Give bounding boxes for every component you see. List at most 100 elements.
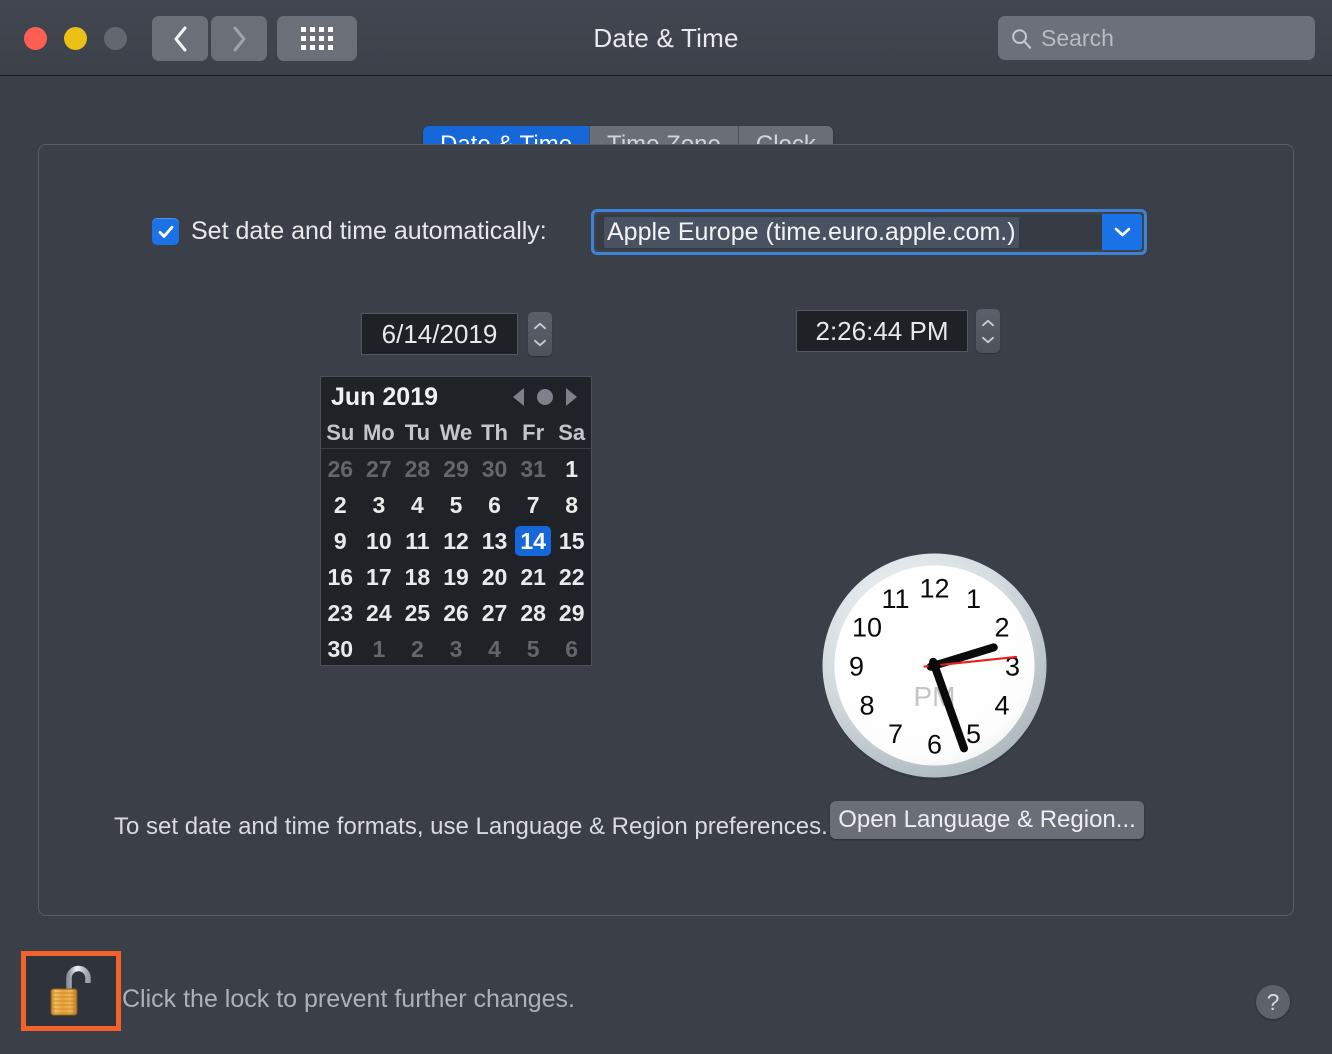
calendar-day-cell[interactable]: 27 — [360, 451, 399, 487]
window-toolbar: Date & Time Search — [0, 0, 1332, 76]
calendar-nav — [513, 388, 583, 406]
calendar-day-label: 9 — [323, 526, 357, 556]
calendar-day-cell[interactable]: 7 — [514, 487, 553, 523]
calendar-day-label: 30 — [322, 634, 358, 664]
circle-today-icon[interactable] — [537, 389, 553, 405]
clock-numeral-11: 11 — [881, 584, 909, 614]
calendar-day-cell[interactable]: 26 — [321, 451, 360, 487]
calendar-day-cell[interactable]: 4 — [475, 631, 514, 667]
calendar-day-cell[interactable]: 28 — [398, 451, 437, 487]
calendar-day-cell[interactable]: 24 — [360, 595, 399, 631]
calendar-day-label: 2 — [323, 490, 357, 520]
calendar-day-cell[interactable]: 23 — [321, 595, 360, 631]
calendar-weekday-tu: Tu — [398, 420, 437, 446]
triangle-left-icon[interactable] — [513, 388, 524, 406]
calendar-day-cell[interactable]: 26 — [437, 595, 476, 631]
calendar-day-cell[interactable]: 2 — [398, 631, 437, 667]
calendar-day-cell[interactable]: 30 — [321, 631, 360, 667]
chevron-down-icon[interactable] — [533, 339, 547, 347]
help-button[interactable]: ? — [1256, 985, 1290, 1019]
calendar-day-cell[interactable]: 13 — [475, 523, 514, 559]
calendar-day-label: 29 — [438, 454, 474, 484]
calendar-day-cell[interactable]: 5 — [514, 631, 553, 667]
calendar-day-label: 29 — [554, 598, 590, 628]
time-server-value: Apple Europe (time.euro.apple.com.) — [604, 217, 1019, 248]
date-time-panel: Set date and time automatically: Apple E… — [38, 144, 1294, 916]
calendar-day-cell[interactable]: 11 — [398, 523, 437, 559]
calendar-day-cell[interactable]: 22 — [552, 559, 591, 595]
time-server-select[interactable]: Apple Europe (time.euro.apple.com.) — [591, 209, 1147, 255]
calendar-day-cell[interactable]: 5 — [437, 487, 476, 523]
chevron-up-icon[interactable] — [533, 322, 547, 330]
calendar-day-label: 4 — [478, 634, 512, 664]
chevron-down-icon[interactable] — [981, 336, 995, 344]
calendar-weekday-header: SuMoTuWeThFrSa — [321, 417, 591, 449]
calendar-day-cell[interactable]: 29 — [437, 451, 476, 487]
chevron-up-icon[interactable] — [981, 319, 995, 327]
triangle-right-icon[interactable] — [566, 388, 577, 406]
clock-numeral-4: 4 — [994, 691, 1009, 721]
calendar-day-cell[interactable]: 4 — [398, 487, 437, 523]
date-stepper[interactable] — [528, 312, 552, 356]
window-title-text: Date & Time — [593, 23, 738, 54]
date-picker-calendar[interactable]: Jun 2019 SuMoTuWeThFrSa 2627282930311234… — [320, 376, 592, 666]
time-stepper[interactable] — [976, 309, 1000, 353]
calendar-day-label: 2 — [400, 634, 434, 664]
calendar-day-cell[interactable]: 12 — [437, 523, 476, 559]
calendar-day-cell[interactable]: 30 — [475, 451, 514, 487]
unlocked-padlock-icon — [48, 963, 94, 1019]
calendar-day-cell[interactable]: 18 — [398, 559, 437, 595]
preferences-lock-button[interactable] — [21, 951, 121, 1031]
set-automatically-label: Set date and time automatically: — [191, 217, 547, 246]
calendar-day-cell[interactable]: 6 — [552, 631, 591, 667]
calendar-day-cell[interactable]: 17 — [360, 559, 399, 595]
calendar-day-label: 14 — [515, 526, 551, 556]
open-language-region-button[interactable]: Open Language & Region... — [830, 801, 1144, 839]
calendar-day-cell[interactable]: 10 — [360, 523, 399, 559]
calendar-day-grid: 2627282930311234567891011121314151617181… — [321, 449, 591, 667]
calendar-day-label: 5 — [439, 490, 473, 520]
calendar-day-label: 11 — [400, 526, 434, 556]
format-note-text: To set date and time formats, use Langua… — [114, 813, 828, 841]
clock-numeral-5: 5 — [966, 719, 981, 749]
set-automatically-checkbox[interactable] — [152, 218, 179, 245]
calendar-day-cell[interactable]: 3 — [437, 631, 476, 667]
calendar-day-cell[interactable]: 1 — [360, 631, 399, 667]
calendar-day-cell[interactable]: 25 — [398, 595, 437, 631]
calendar-day-cell[interactable]: 15 — [552, 523, 591, 559]
calendar-weekday-fr: Fr — [514, 420, 553, 446]
calendar-day-cell[interactable]: 19 — [437, 559, 476, 595]
search-input[interactable]: Search — [998, 16, 1315, 60]
clock-numeral-6: 6 — [927, 730, 942, 760]
calendar-day-cell[interactable]: 16 — [321, 559, 360, 595]
calendar-day-cell[interactable]: 1 — [552, 451, 591, 487]
clock-numeral-8: 8 — [859, 691, 874, 721]
calendar-day-cell[interactable]: 8 — [552, 487, 591, 523]
calendar-day-cell[interactable]: 20 — [475, 559, 514, 595]
calendar-day-label: 20 — [477, 562, 513, 592]
calendar-day-cell[interactable]: 31 — [514, 451, 553, 487]
time-server-select-inner: Apple Europe (time.euro.apple.com.) — [596, 214, 1142, 250]
search-placeholder: Search — [1041, 25, 1114, 52]
calendar-day-label: 19 — [438, 562, 474, 592]
calendar-day-cell[interactable]: 21 — [514, 559, 553, 595]
calendar-day-cell[interactable]: 28 — [514, 595, 553, 631]
clock-numeral-2: 2 — [994, 613, 1009, 643]
date-input[interactable]: 6/14/2019 — [361, 313, 518, 355]
calendar-day-label: 27 — [361, 454, 397, 484]
date-value: 6/14/2019 — [382, 319, 498, 350]
calendar-day-cell[interactable]: 27 — [475, 595, 514, 631]
calendar-weekday-sa: Sa — [552, 420, 591, 446]
calendar-day-label: 7 — [516, 490, 550, 520]
time-input[interactable]: 2:26:44 PM — [796, 310, 968, 352]
calendar-day-cell[interactable]: 9 — [321, 523, 360, 559]
calendar-day-cell[interactable]: 2 — [321, 487, 360, 523]
calendar-day-cell[interactable]: 29 — [552, 595, 591, 631]
calendar-day-cell[interactable]: 6 — [475, 487, 514, 523]
clock-numeral-3: 3 — [1005, 652, 1020, 682]
time-server-dropdown-arrow[interactable] — [1102, 214, 1142, 250]
calendar-day-label: 25 — [400, 598, 436, 628]
calendar-day-label: 28 — [515, 598, 551, 628]
calendar-day-cell[interactable]: 3 — [360, 487, 399, 523]
calendar-day-cell[interactable]: 14 — [514, 523, 553, 559]
